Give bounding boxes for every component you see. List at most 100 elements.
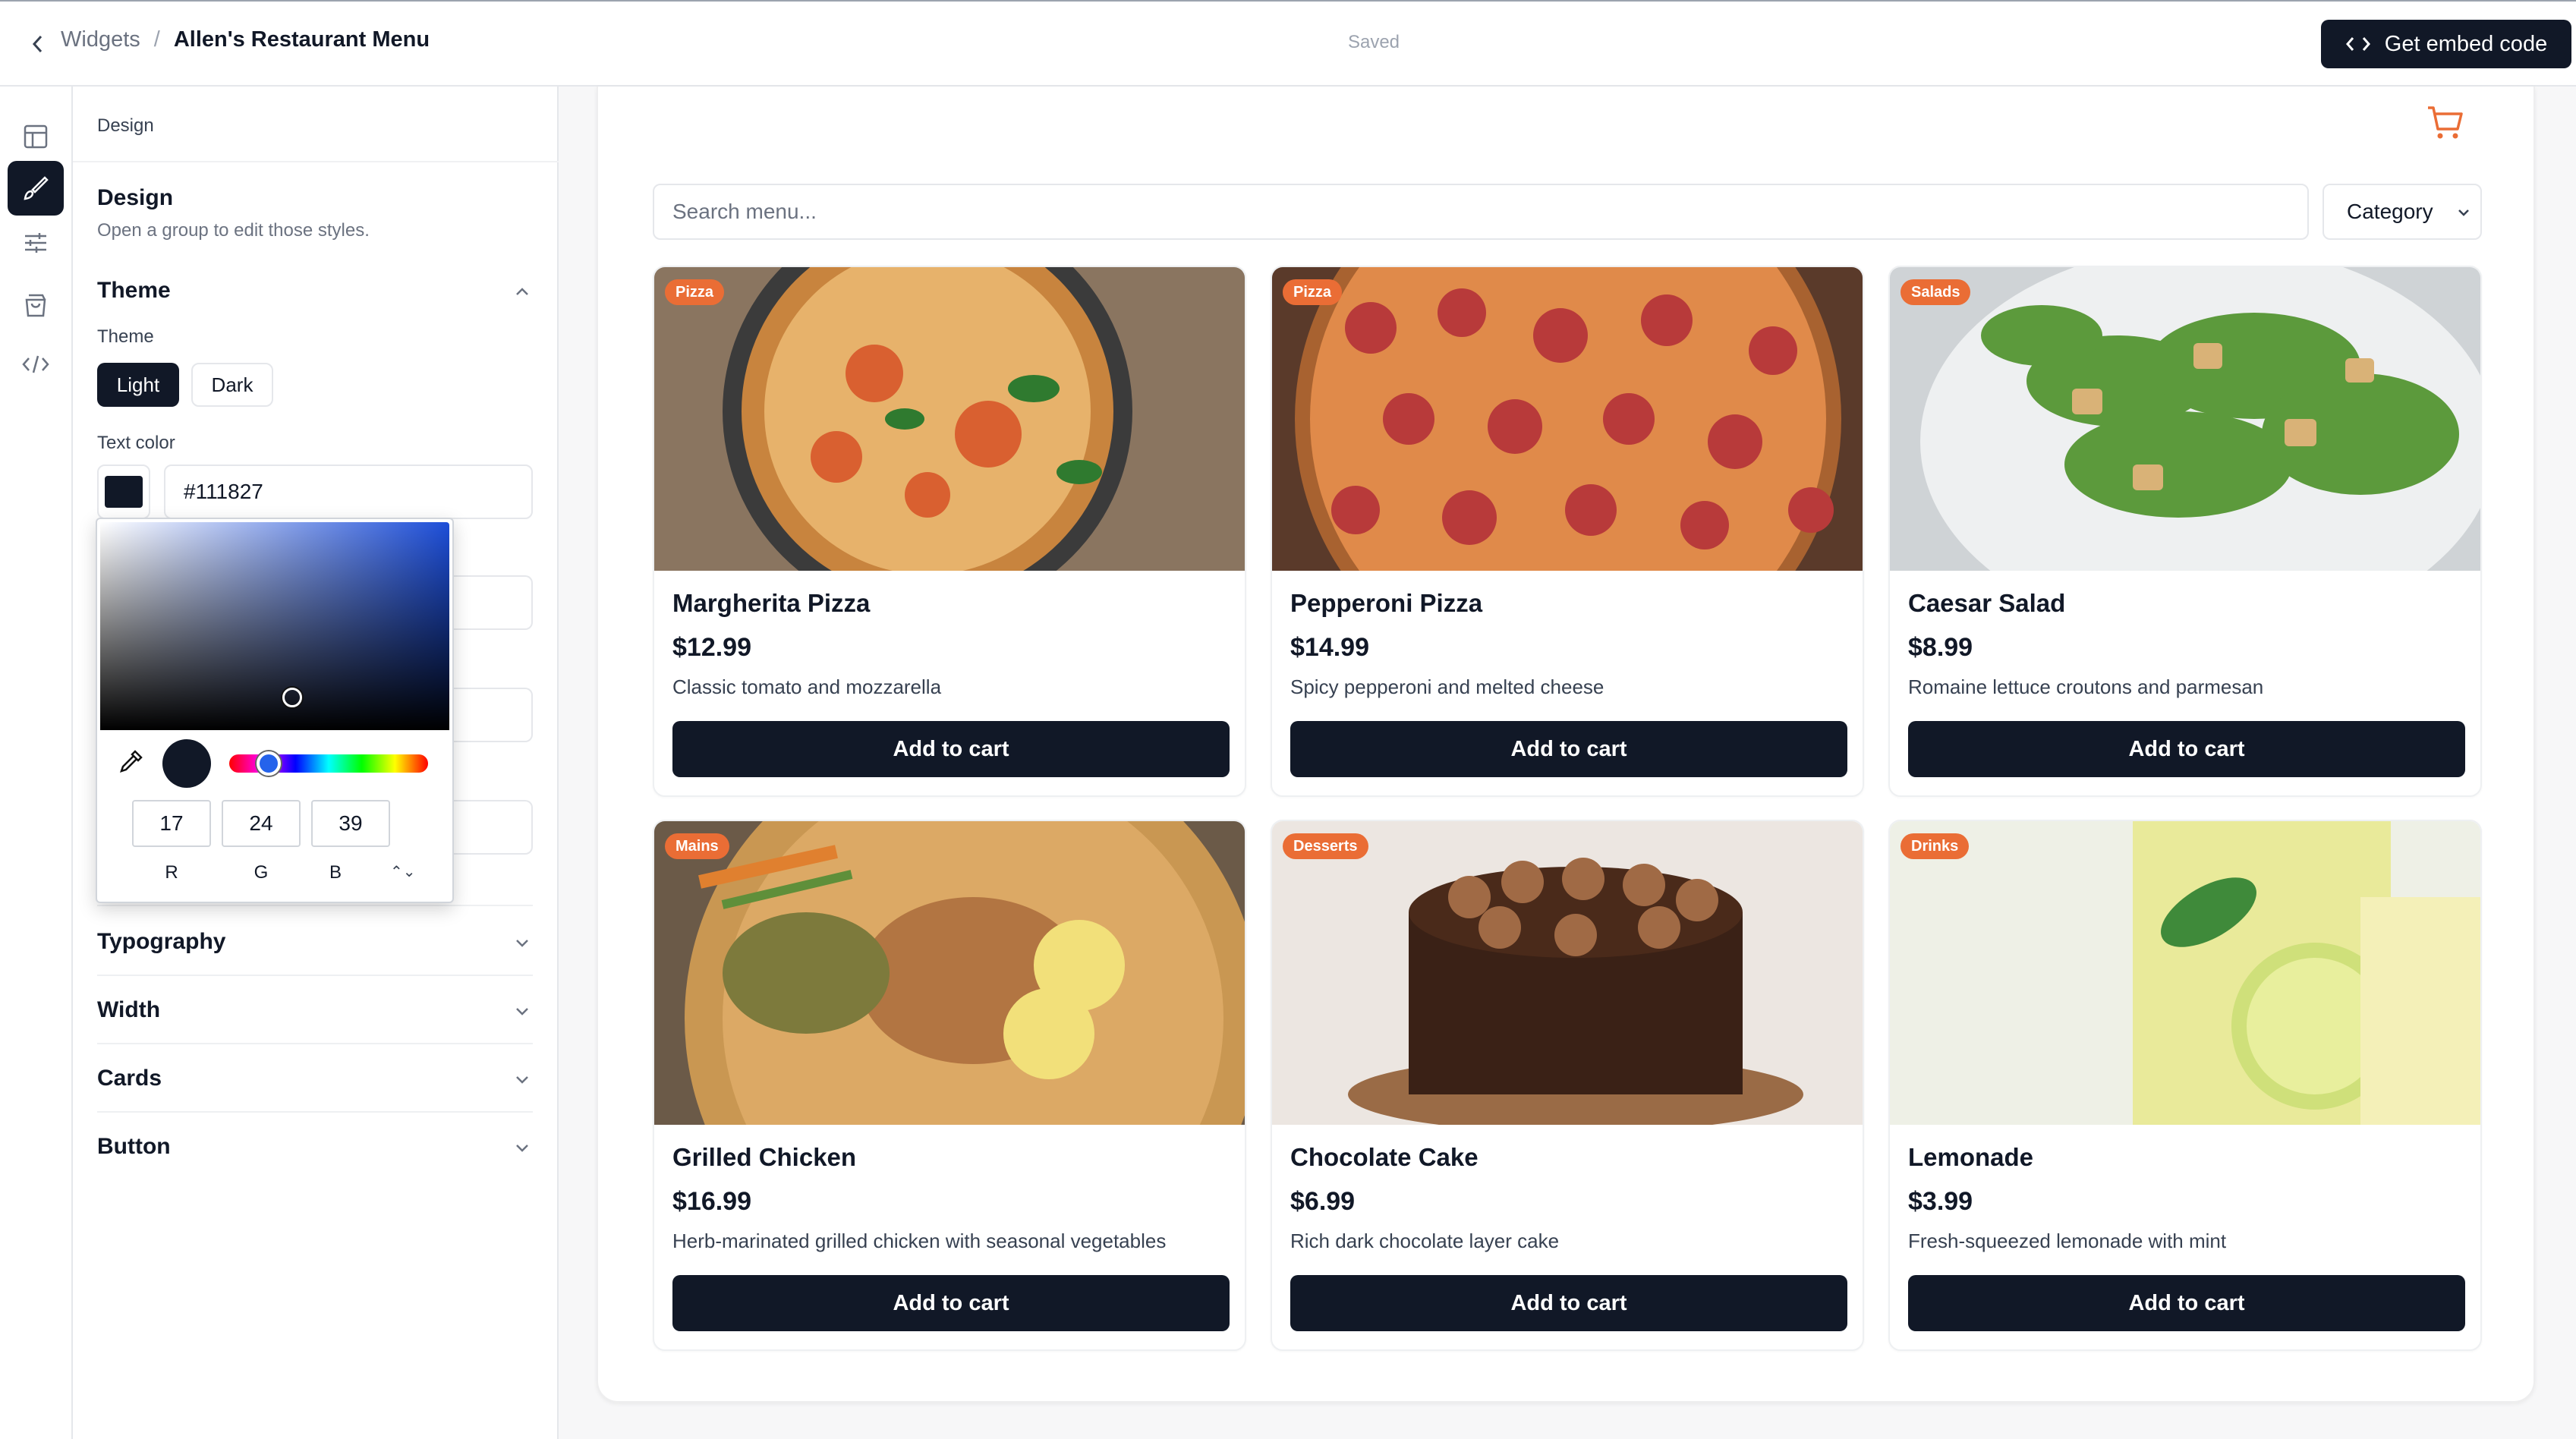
color-preview	[162, 739, 211, 788]
menu-card: Desserts Chocolate Cake $6.99 Rich dark …	[1271, 820, 1864, 1351]
search-input[interactable]: Search menu...	[653, 184, 2309, 240]
chevron-up-icon[interactable]	[513, 282, 531, 301]
layout-icon	[24, 124, 48, 149]
item-price: $6.99	[1290, 1187, 1356, 1216]
design-title: Design	[97, 185, 174, 210]
menu-card: Pizza Margherita Pizza $12.99 Classic to…	[653, 266, 1246, 797]
add-to-cart-button[interactable]: Add to cart	[1290, 721, 1847, 777]
item-description: Spicy pepperoni and melted cheese	[1290, 675, 1604, 698]
saturation-thumb[interactable]	[282, 688, 302, 707]
eyedropper-icon[interactable]	[115, 747, 146, 777]
group-button-header[interactable]: Button	[97, 1134, 171, 1160]
text-color-label: Text color	[97, 433, 175, 453]
add-to-cart-button[interactable]: Add to cart	[672, 1275, 1230, 1331]
category-select[interactable]: Category	[2322, 184, 2482, 240]
group-typography-header[interactable]: Typography	[97, 929, 225, 955]
lemonade-image: Drinks	[1890, 821, 2480, 1125]
item-name: Chocolate Cake	[1290, 1143, 1479, 1171]
category-badge: Salads	[1901, 279, 1971, 305]
item-description: Classic tomato and mozzarella	[672, 675, 942, 698]
divider	[97, 905, 533, 906]
category-badge: Desserts	[1283, 833, 1368, 859]
green-input[interactable]: 24	[222, 800, 301, 847]
red-label: R	[165, 862, 178, 883]
item-name: Margherita Pizza	[672, 589, 871, 617]
add-to-cart-button[interactable]: Add to cart	[1290, 1275, 1847, 1331]
menu-card: Drinks Lemonade $3.99 Fresh-squeezed lem…	[1888, 820, 2482, 1351]
pizza-image: Pizza	[1272, 267, 1863, 571]
item-name: Pepperoni Pizza	[1290, 589, 1483, 617]
red-input[interactable]: 17	[132, 800, 211, 847]
panel-header: Design	[97, 115, 154, 136]
save-status: Saved	[1347, 32, 1400, 52]
grilled-chicken-image: Mains	[654, 821, 1245, 1125]
rail-shop-button[interactable]	[8, 278, 64, 332]
preview-area: Search menu... Category Pizza Margherita…	[559, 87, 2576, 1439]
item-name: Lemonade	[1908, 1143, 2034, 1171]
item-name: Caesar Salad	[1908, 589, 2066, 617]
hue-thumb[interactable]	[257, 751, 281, 776]
get-embed-code-button[interactable]: Get embed code	[2321, 20, 2571, 68]
category-badge: Pizza	[665, 279, 725, 305]
divider	[97, 1043, 533, 1044]
menu-card: Mains Grilled Chicken $16.99 Herb-marina…	[653, 820, 1246, 1351]
divider	[97, 975, 533, 976]
item-description: Fresh-squeezed lemonade with mint	[1908, 1230, 2227, 1252]
group-width-header[interactable]: Width	[97, 997, 160, 1023]
item-price: $12.99	[672, 633, 751, 662]
shopping-bag-icon	[25, 294, 46, 317]
text-color-swatch[interactable]	[97, 464, 150, 519]
item-description: Rich dark chocolate layer cake	[1290, 1230, 1560, 1252]
color-picker-popover: 17 24 39 R G B ⌃⌄	[96, 518, 454, 903]
salad-image: Salads	[1890, 267, 2480, 571]
color-mode-toggle[interactable]: ⌃⌄	[390, 862, 416, 881]
brush-icon	[24, 176, 49, 200]
chevron-down-icon[interactable]	[513, 1002, 531, 1020]
item-price: $8.99	[1908, 633, 1973, 662]
category-select-label: Category	[2347, 200, 2433, 223]
chocolate-cake-image: Desserts	[1272, 821, 1863, 1125]
swatch-fill	[105, 476, 143, 508]
add-to-cart-button[interactable]: Add to cart	[1908, 1275, 2465, 1331]
sliders-icon	[25, 233, 46, 253]
top-bar: Widgets / Allen's Restaurant Menu Saved …	[0, 2, 2576, 87]
divider	[97, 1111, 533, 1113]
code-slash-icon	[22, 355, 49, 373]
blue-input[interactable]: 39	[311, 800, 390, 847]
green-label: G	[254, 862, 269, 883]
menu-widget: Search menu... Category Pizza Margherita…	[597, 87, 2535, 1403]
menu-card: Salads Caesar Salad $8.99 Romaine lettuc…	[1888, 266, 2482, 797]
theme-light-option[interactable]: Light	[97, 363, 179, 407]
pizza-image: Pizza	[654, 267, 1245, 571]
rail-design-button[interactable]	[8, 161, 64, 216]
rail-code-button[interactable]	[8, 337, 64, 392]
rail-layout-button[interactable]	[8, 109, 64, 164]
category-badge: Mains	[665, 833, 729, 859]
item-price: $14.99	[1290, 633, 1369, 662]
app-root: Widgets / Allen's Restaurant Menu Saved …	[0, 0, 2576, 1439]
blue-label: B	[329, 862, 342, 883]
theme-label: Theme	[97, 326, 154, 347]
chevron-down-icon[interactable]	[513, 1138, 531, 1157]
item-price: $3.99	[1908, 1187, 1973, 1216]
icon-rail	[0, 87, 73, 1439]
add-to-cart-button[interactable]: Add to cart	[672, 721, 1230, 777]
chevron-down-icon	[2458, 209, 2469, 216]
divider	[73, 161, 559, 162]
item-description: Romaine lettuce croutons and parmesan	[1908, 675, 2264, 698]
saturation-value-area[interactable]	[100, 522, 449, 730]
text-color-hex-input[interactable]: #111827	[164, 464, 533, 519]
item-price: $16.99	[672, 1187, 751, 1216]
item-name: Grilled Chicken	[672, 1143, 857, 1171]
chevron-down-icon[interactable]	[513, 1070, 531, 1088]
group-cards-header[interactable]: Cards	[97, 1066, 162, 1091]
rail-settings-button[interactable]	[8, 216, 64, 270]
add-to-cart-button[interactable]: Add to cart	[1908, 721, 2465, 777]
cart-icon[interactable]	[2424, 102, 2465, 143]
item-description: Herb-marinated grilled chicken with seas…	[672, 1230, 1167, 1252]
theme-dark-option[interactable]: Dark	[191, 363, 273, 407]
embed-button-label: Get embed code	[2384, 31, 2548, 56]
category-badge: Pizza	[1283, 279, 1343, 305]
chevron-down-icon[interactable]	[513, 934, 531, 952]
group-theme-header[interactable]: Theme	[97, 278, 171, 304]
